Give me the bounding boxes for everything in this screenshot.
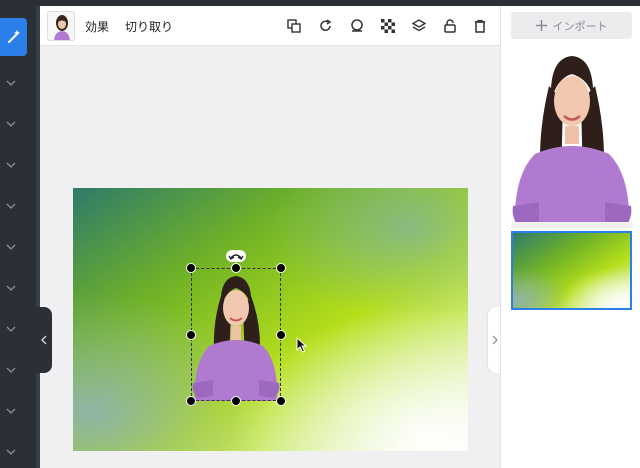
delete-button[interactable] (470, 16, 490, 36)
resize-handle-top[interactable] (231, 263, 241, 273)
redo-button[interactable] (316, 16, 336, 36)
tool-rail (0, 6, 36, 468)
resize-handle-bottom-left[interactable] (186, 396, 196, 406)
duplicate-button[interactable] (284, 16, 304, 36)
layers-button[interactable] (409, 16, 429, 36)
rail-section-toggle[interactable] (0, 115, 22, 133)
layers-icon (412, 19, 426, 32)
redo-icon (320, 19, 332, 31)
rail-section-toggle[interactable] (0, 443, 22, 461)
person-photo-image (511, 46, 633, 228)
lock-icon (444, 19, 456, 33)
transparency-button[interactable] (378, 16, 398, 36)
rotate-icon (226, 250, 246, 262)
resize-handle-top-right[interactable] (276, 263, 286, 273)
mouse-cursor-icon (296, 336, 308, 357)
collapse-left-panel[interactable] (36, 307, 52, 373)
rail-section-toggle[interactable] (0, 74, 22, 92)
asset-background-photo[interactable] (511, 231, 632, 310)
chevron-down-icon (6, 285, 16, 291)
selection-box (191, 268, 281, 401)
rail-section-toggle[interactable] (0, 361, 22, 379)
chevron-down-icon (6, 326, 16, 332)
chevron-down-icon (6, 449, 16, 455)
chevron-down-icon (6, 162, 16, 168)
gradient-thumbnail-image (513, 233, 630, 308)
plus-icon (535, 20, 547, 31)
chevron-left-icon (41, 335, 47, 345)
magic-tool-button[interactable] (0, 18, 27, 56)
rail-section-toggle[interactable] (0, 402, 22, 420)
resize-handle-bottom[interactable] (231, 396, 241, 406)
mask-button[interactable] (347, 16, 367, 36)
chevron-down-icon (6, 408, 16, 414)
assets-panel: インポート (500, 6, 640, 468)
resize-handle-top-left[interactable] (186, 263, 196, 273)
rotate-handle[interactable] (226, 247, 246, 262)
mask-icon (351, 19, 363, 32)
chevron-down-icon (6, 80, 16, 86)
rail-section-toggle[interactable] (0, 238, 22, 256)
duplicate-icon (287, 19, 301, 33)
trash-icon (475, 19, 485, 33)
resize-handle-right[interactable] (276, 330, 286, 340)
transparency-icon (381, 19, 395, 33)
rail-section-toggle[interactable] (0, 197, 22, 215)
asset-person-photo[interactable] (511, 46, 633, 228)
rail-section-toggle[interactable] (0, 279, 22, 297)
chevron-right-icon (492, 335, 498, 345)
image-toolbar: 効果 切り取り (40, 6, 500, 46)
chevron-down-icon (6, 121, 16, 127)
resize-handle-left[interactable] (186, 330, 196, 340)
import-button[interactable]: インポート (511, 12, 632, 39)
lock-button[interactable] (440, 16, 460, 36)
crop-menu[interactable]: 切り取り (125, 18, 173, 35)
rail-section-toggle[interactable] (0, 156, 22, 174)
chevron-down-icon (6, 244, 16, 250)
import-label: インポート (552, 19, 608, 33)
chevron-down-icon (6, 367, 16, 373)
effects-menu[interactable]: 効果 (85, 18, 109, 35)
rail-section-toggle[interactable] (0, 320, 22, 338)
magic-wand-icon (7, 30, 20, 43)
chevron-down-icon (6, 203, 16, 209)
resize-handle-bottom-right[interactable] (276, 396, 286, 406)
selected-layer-thumbnail[interactable] (47, 11, 75, 41)
person-thumbnail-image (48, 12, 74, 40)
